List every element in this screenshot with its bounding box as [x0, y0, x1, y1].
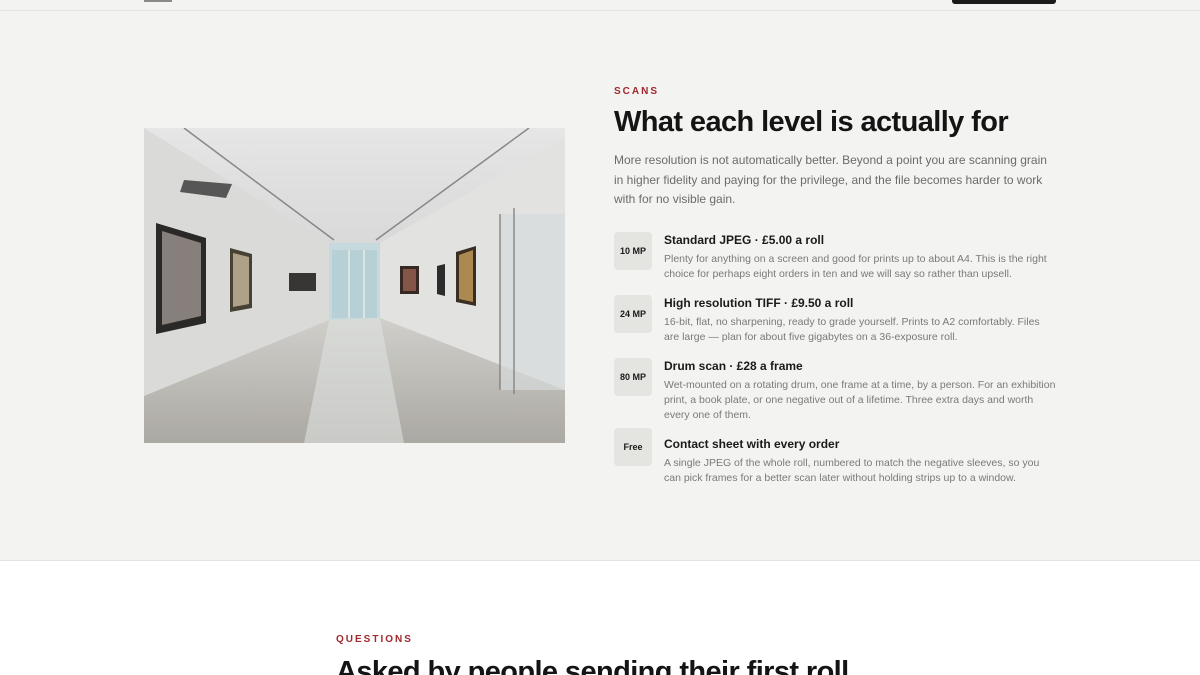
- level-heading: Contact sheet with every order: [664, 437, 840, 451]
- section-eyebrow: SCANS: [614, 86, 660, 97]
- level-badge: Free: [614, 428, 652, 466]
- level-description: 16-bit, flat, no sharpening, ready to gr…: [664, 316, 1040, 343]
- questions-eyebrow: QUESTIONS: [336, 634, 413, 645]
- level-description: Plenty for anything on a screen and good…: [664, 253, 1047, 280]
- level-badge: 10 MP: [614, 232, 652, 270]
- level-heading: High resolution TIFF · £9.50 a roll: [664, 296, 854, 310]
- header-cta-button[interactable]: [952, 0, 1056, 4]
- scans-section: SCANS What each level is actually for Mo…: [0, 11, 1200, 561]
- gallery-photo: [144, 128, 565, 443]
- level-heading: Drum scan · £28 a frame: [664, 359, 803, 373]
- level-badge: 24 MP: [614, 295, 652, 333]
- questions-section: QUESTIONS Asked by people sending their …: [0, 562, 1200, 675]
- questions-title: Asked by people sending their first roll: [336, 656, 849, 675]
- section-title: What each level is actually for: [614, 106, 1009, 138]
- level-badge: 80 MP: [614, 358, 652, 396]
- section-intro: More resolution is not automatically bet…: [614, 153, 1047, 206]
- level-description: A single JPEG of the whole roll, numbere…: [664, 457, 1040, 484]
- level-heading: Standard JPEG · £5.00 a roll: [664, 233, 825, 247]
- logo-icon[interactable]: [144, 0, 172, 2]
- site-header: [0, 0, 1200, 11]
- level-description: Wet-mounted on a rotating drum, one fram…: [664, 379, 1056, 421]
